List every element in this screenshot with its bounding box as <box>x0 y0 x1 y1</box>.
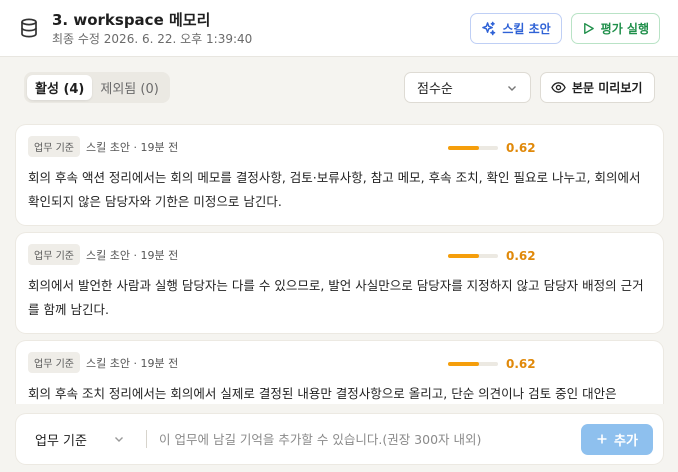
memory-list-viewport[interactable]: 업무 기준 스킬 초안 · 19분 전 0.62 회의 후속 액션 정리에서는 … <box>0 0 678 404</box>
memory-text: 회의 후속 액션 정리에서는 회의 메모를 결정사항, 검토·보류사항, 참고 … <box>28 170 641 209</box>
score-value: 0.62 <box>506 357 536 371</box>
score-bar <box>448 362 498 366</box>
score-bar-fill <box>448 146 479 150</box>
composer-divider <box>146 430 147 448</box>
category-badge: 업무 기준 <box>28 136 80 157</box>
source-meta: 스킬 초안 · 19분 전 <box>85 356 179 370</box>
source-meta: 스킬 초안 · 19분 전 <box>85 140 179 154</box>
memory-input[interactable] <box>159 431 581 447</box>
memory-text: 회의 후속 조치 정리에서는 회의에서 실제로 결정된 내용만 결정사항으로 올… <box>28 386 617 401</box>
chevron-down-icon <box>113 433 125 445</box>
memory-list: 업무 기준 스킬 초안 · 19분 전 0.62 회의 후속 액션 정리에서는 … <box>16 125 663 404</box>
score-value: 0.62 <box>506 249 536 263</box>
memory-card[interactable]: 업무 기준 스킬 초안 · 19분 전 0.62 회의 후속 조치 정리에서는 … <box>16 341 663 404</box>
memory-type-value: 업무 기준 <box>35 433 87 449</box>
score-value: 0.62 <box>506 141 536 155</box>
score-indicator: 0.62 <box>448 249 536 263</box>
score-bar <box>448 254 498 258</box>
score-bar-fill <box>448 362 479 366</box>
score-indicator: 0.62 <box>448 357 536 371</box>
score-bar-fill <box>448 254 479 258</box>
score-indicator: 0.62 <box>448 141 536 155</box>
add-memory-label: 추가 <box>614 433 638 449</box>
source-meta: 스킬 초안 · 19분 전 <box>85 248 179 262</box>
memory-composer: 업무 기준 추가 <box>16 414 663 464</box>
plus-icon <box>596 433 608 445</box>
add-memory-button[interactable]: 추가 <box>581 423 653 455</box>
memory-text: 회의에서 발언한 사람과 실행 담당자는 다를 수 있으므로, 발언 사실만으로… <box>28 278 644 317</box>
category-badge: 업무 기준 <box>28 352 80 373</box>
memory-card[interactable]: 업무 기준 스킬 초안 · 19분 전 0.62 회의 후속 액션 정리에서는 … <box>16 125 663 225</box>
memory-type-select[interactable]: 업무 기준 <box>26 422 134 456</box>
memory-card[interactable]: 업무 기준 스킬 초안 · 19분 전 0.62 회의에서 발언한 사람과 실행… <box>16 233 663 333</box>
category-badge: 업무 기준 <box>28 244 80 265</box>
score-bar <box>448 146 498 150</box>
